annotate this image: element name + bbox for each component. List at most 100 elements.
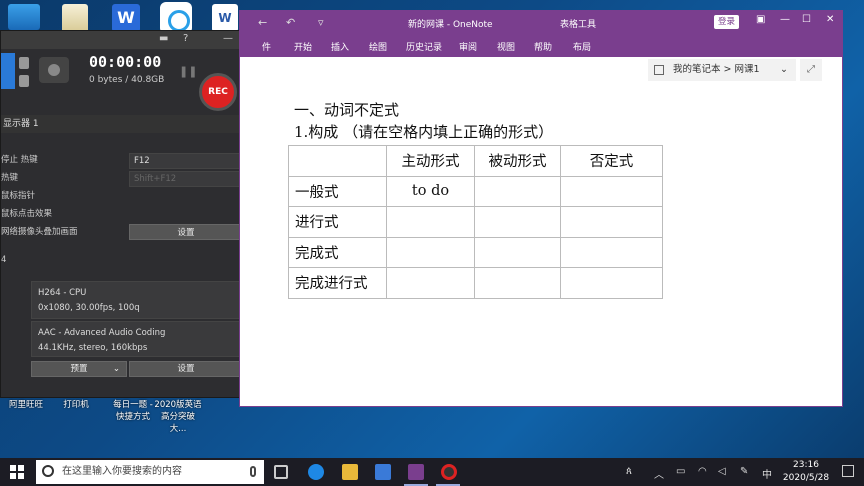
ime-indicator[interactable]: 中 [762,466,772,481]
minimize-icon[interactable]: — [223,33,233,44]
video-codec-box[interactable]: H264 - CPU 0x1080, 30.00fps, 100q [31,281,243,319]
tab-view[interactable]: 视图 [497,40,515,53]
minimize-icon[interactable]: — [780,14,790,25]
table-cell[interactable]: 一般式 [288,175,387,207]
quick-access-dropdown-icon[interactable]: ▿ [318,16,324,29]
store-icon[interactable] [375,464,391,480]
table-cell[interactable] [386,206,475,238]
onenote-taskbar-icon[interactable] [408,464,424,480]
file-explorer-icon[interactable] [342,464,358,480]
format-settings-button[interactable]: 设置 [129,361,243,377]
window-title: 新的网课 - OneNote [408,20,493,30]
page-heading[interactable]: 一、动词不定式 [294,99,399,120]
speaker-icon[interactable] [19,57,29,69]
word-doc-icon[interactable]: W [212,4,238,32]
table-cell[interactable]: 否定式 [560,145,663,177]
expand-icon[interactable]: ⤢ [800,59,822,81]
edge-icon[interactable] [308,464,324,480]
onenote-page[interactable]: 我的笔记本 > 网课1 ⌄ ⤢ 一、动词不定式 1.构成 （请在空格内填上正确的… [240,57,842,406]
settings-row-cursor[interactable]: 鼠标指针 [1,187,263,205]
audio-codec-box[interactable]: AAC - Advanced Audio Coding 44.1KHz, ste… [31,321,243,357]
table-cell[interactable] [560,236,663,268]
table-cell[interactable] [474,267,561,299]
pause-icon[interactable]: ❚❚ [179,65,197,78]
table-row: 进行式 [288,206,663,238]
login-button[interactable]: 登录 [714,15,740,29]
desktop-label-printer[interactable]: 打印机 [56,399,96,411]
table-cell[interactable]: to do [386,175,475,207]
table-cell[interactable] [474,236,561,268]
video-codec-name: H264 - CPU [38,288,87,298]
record-size: 0 bytes / 40.8GB [89,75,165,85]
table-cell[interactable] [288,145,387,177]
clock[interactable]: 23:16 2020/5/28 [780,459,832,485]
preset-button[interactable]: 预置 ⌄ [31,361,127,377]
recorder-taskbar-icon[interactable] [441,464,457,480]
tab-history[interactable]: 历史记录 [406,40,442,53]
settings-row-hotkey: 热键 Shift+F12 [1,169,263,187]
cursor-label: 鼠标指针 [1,191,36,201]
tab-review[interactable]: 审阅 [459,40,477,53]
desktop-label-daily-question[interactable]: 每日一题 - 快捷方式 [112,399,154,423]
battery-icon[interactable]: ▭ [676,466,685,477]
tab-file[interactable]: 件 [262,40,271,53]
wps-icon[interactable]: W [112,4,140,32]
record-button[interactable]: REC [199,73,237,111]
settings-row-click-effect[interactable]: 鼠标点击效果 [1,205,263,223]
ribbon-display-icon[interactable]: ▣ [756,14,765,25]
table-cell[interactable] [386,267,475,299]
tab-draw[interactable]: 绘图 [369,40,387,53]
tab-layout[interactable]: 布局 [573,40,591,53]
table-cell[interactable]: 主动形式 [386,145,475,177]
stop-hotkey-field[interactable]: F12 [129,153,243,169]
taskbar: 在这里输入你要搜索的内容 ጰ ︿ ▭ ◠ ◁ ✎ 中 23:16 2020/5/… [0,458,864,486]
page-subheading[interactable]: 1.构成 （请在空格内填上正确的形式） [294,121,553,142]
task-view-icon[interactable] [274,465,288,479]
undo-icon[interactable]: ↶ [286,16,295,29]
table-tools-tab: 表格工具 [560,20,597,30]
table-row: 完成进行式 [288,267,663,299]
table-cell[interactable] [560,175,663,207]
desktop-label-aliwangwang[interactable]: 阿里旺旺 [4,399,48,411]
taskbar-search-input[interactable]: 在这里输入你要搜索的内容 [36,460,264,484]
table-cell[interactable]: 完成进行式 [288,267,387,299]
onenote-window: ← ↶ ▿ 新的网课 - OneNote 表格工具 登录 ▣ — ☐ ✕ 件 开… [239,10,843,407]
notification-icon[interactable] [842,465,854,477]
infinitive-table: 主动形式 被动形式 否定式 一般式 to do 进行式 完成式 完成进行式 [288,145,663,299]
help-icon[interactable]: ? [183,33,188,44]
table-cell[interactable] [474,175,561,207]
back-icon[interactable]: ← [258,16,267,29]
webcam-settings-button[interactable]: 设置 [129,224,243,240]
table-cell[interactable] [474,206,561,238]
display-section-header[interactable]: 显示器 1 ︿ [1,115,263,133]
wifi-icon[interactable]: ◠ [698,466,707,477]
table-cell[interactable]: 完成式 [288,236,387,268]
stop-hotkey-label: 停止 热键 [1,155,38,165]
folder-icon[interactable]: ▬ [159,33,168,44]
webcam-icon[interactable] [39,57,69,83]
audio-codec-name: AAC - Advanced Audio Coding [38,328,166,338]
table-cell[interactable]: 被动形式 [474,145,561,177]
pause-hotkey-field[interactable]: Shift+F12 [129,171,243,187]
table-cell[interactable] [386,236,475,268]
pen-icon[interactable]: ✎ [740,466,748,477]
close-icon[interactable]: ✕ [826,14,834,25]
tab-insert[interactable]: 插入 [331,40,349,53]
chevron-up-icon[interactable]: ︿ [654,466,664,481]
tab-home[interactable]: 开始 [294,40,312,53]
start-button[interactable] [10,465,24,479]
table-cell[interactable]: 进行式 [288,206,387,238]
volume-icon[interactable]: ◁ [718,466,726,477]
people-icon[interactable]: ጰ [626,466,632,477]
table-cell[interactable] [560,267,663,299]
this-pc-icon[interactable] [8,4,40,30]
tab-help[interactable]: 帮助 [534,40,552,53]
mic-icon[interactable] [250,466,256,477]
maximize-icon[interactable]: ☐ [802,14,811,25]
table-cell[interactable] [560,206,663,238]
mic-icon[interactable] [19,75,29,87]
desktop-label-english-book[interactable]: 2020版英语高分突破大... [154,399,202,435]
notebook-breadcrumb[interactable]: 我的笔记本 > 网课1 ⌄ [648,59,796,81]
video-codec-detail: 0x1080, 30.00fps, 100q [38,303,140,313]
screen-source-toggle[interactable] [1,53,15,89]
